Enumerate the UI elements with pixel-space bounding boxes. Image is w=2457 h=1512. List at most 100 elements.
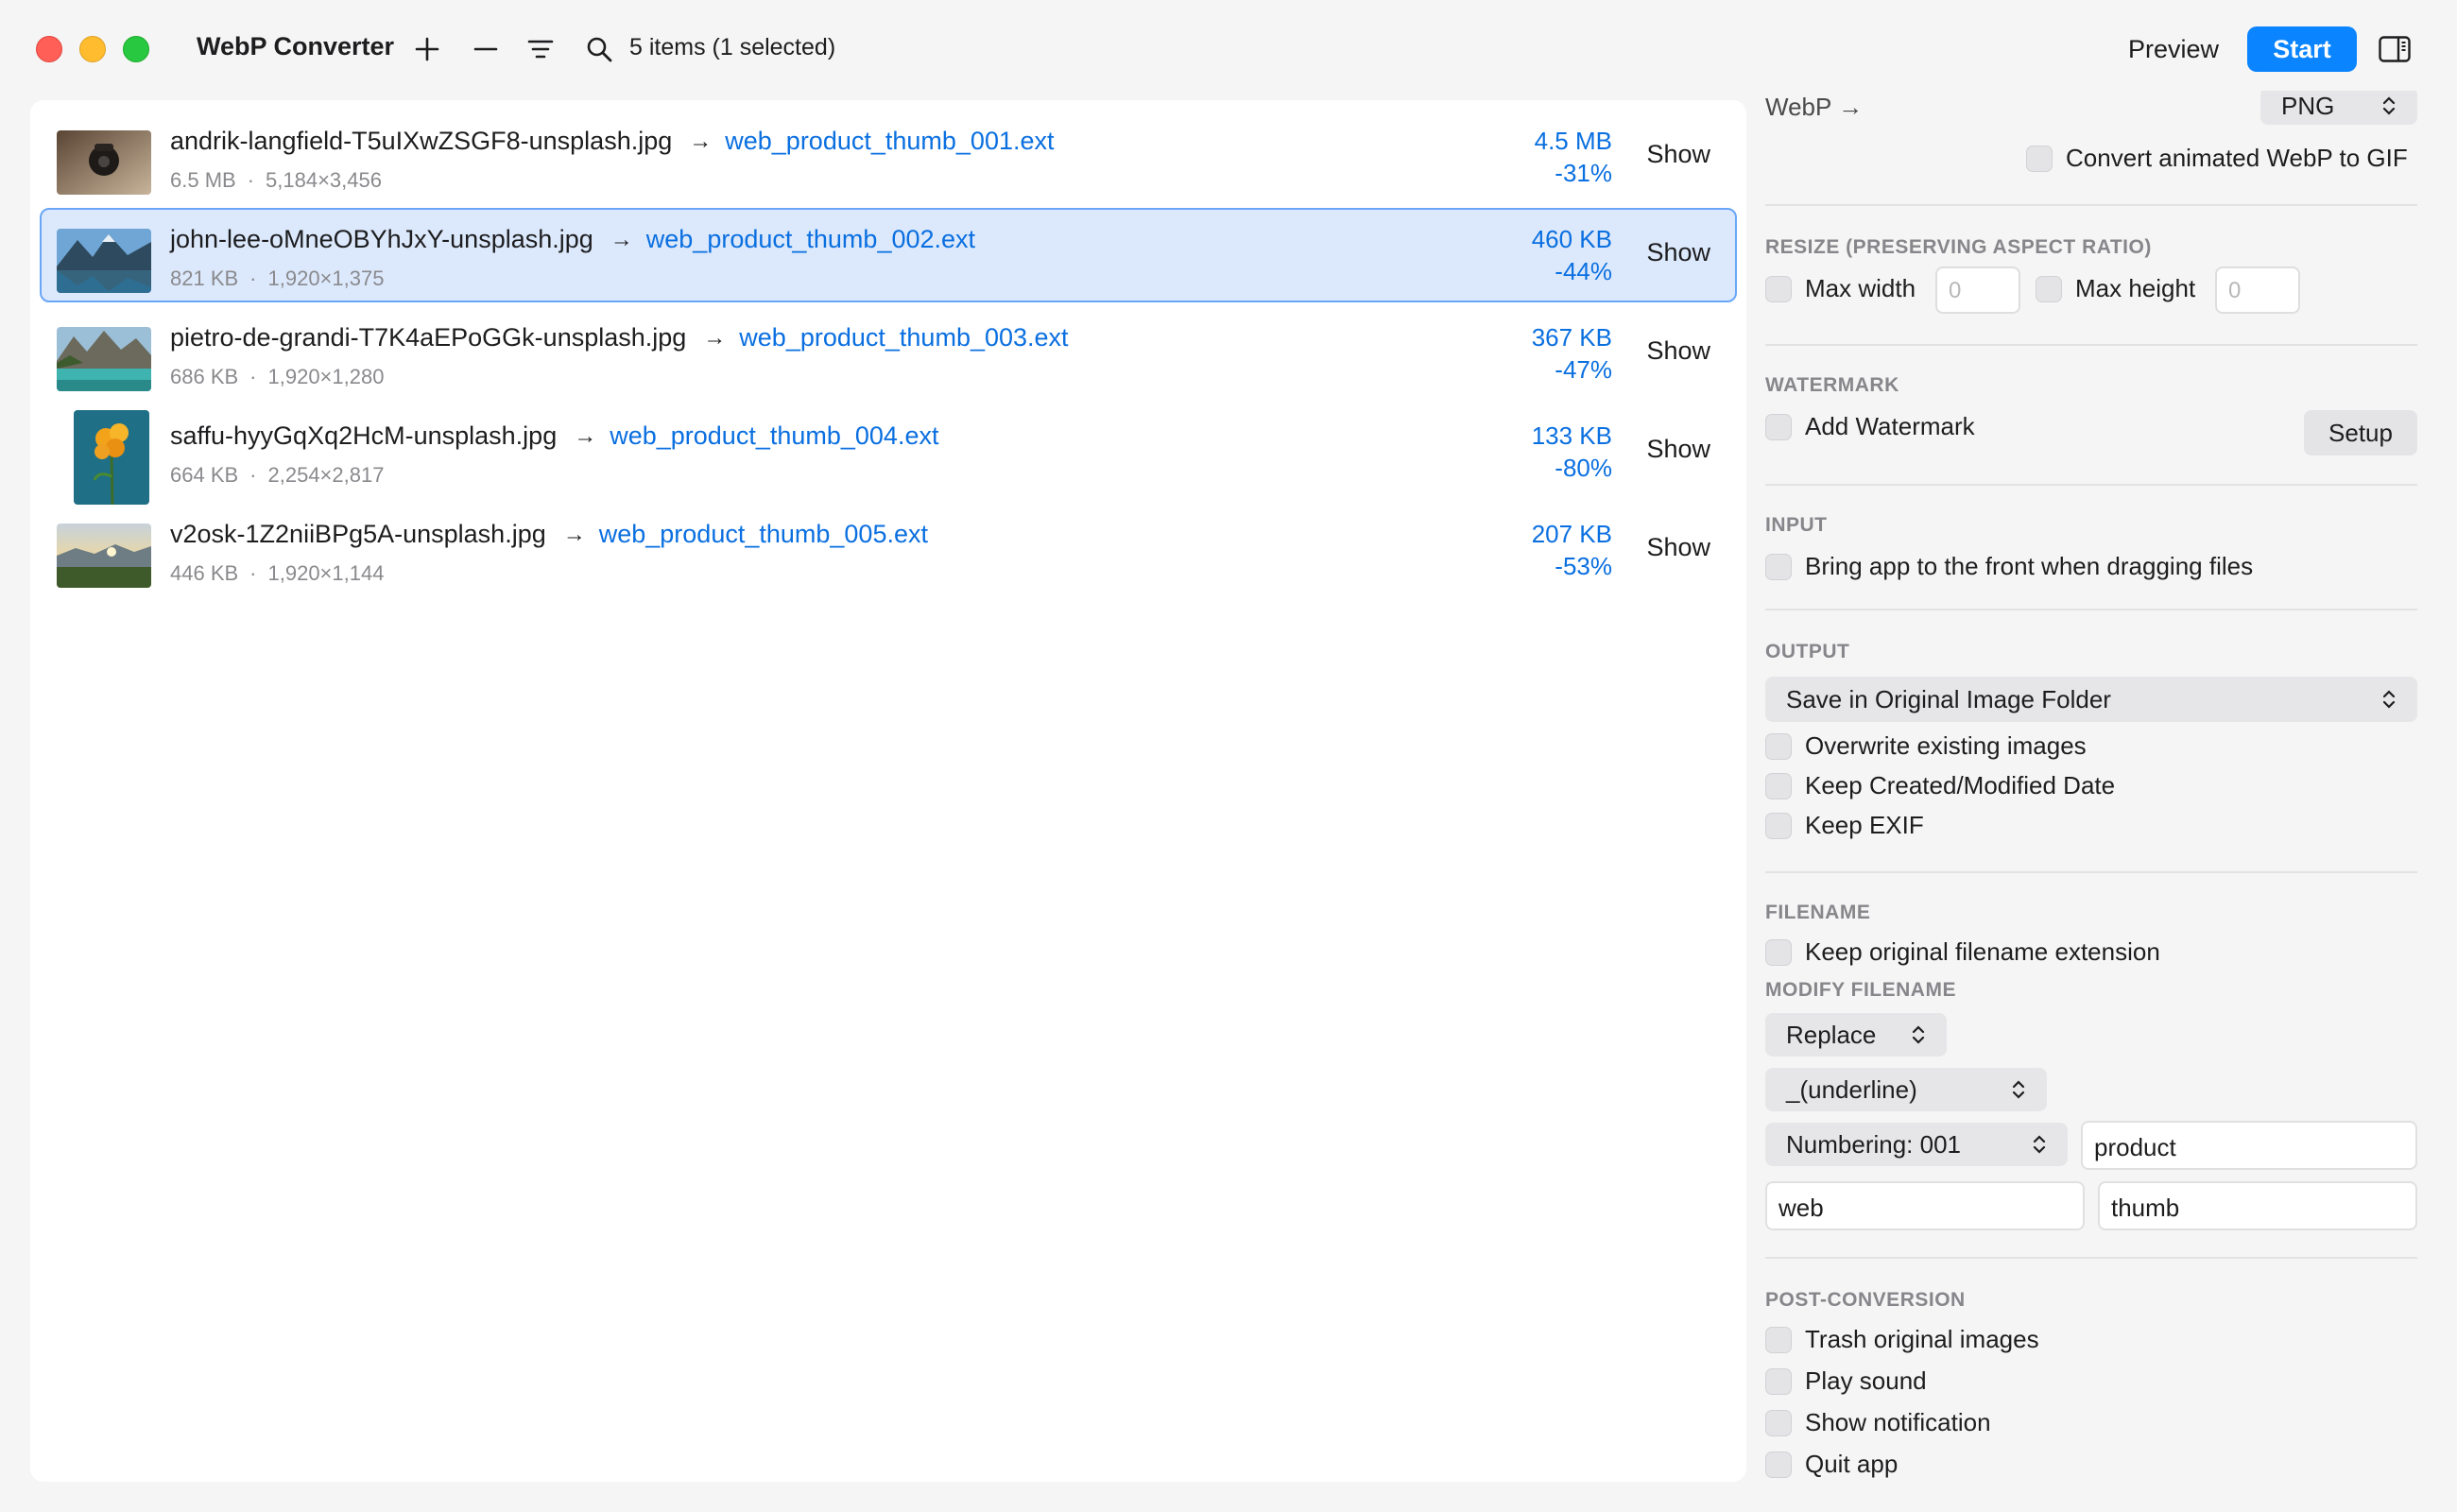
file-list: andrik-langfield-T5uIXwZSGF8-unsplash.jp… [30, 100, 1746, 1482]
max-width-input[interactable]: 0 [1935, 266, 2020, 314]
app-title: WebP Converter [197, 32, 395, 60]
arrow-right-icon: → [574, 422, 597, 449]
arrow-right-icon: → [610, 226, 633, 252]
max-height-input[interactable]: 0 [2215, 266, 2300, 314]
filename-section-title: FILENAME [1765, 902, 1871, 923]
format-from-label: WebP → [1765, 93, 1864, 121]
separator-value: _(underline) [1786, 1074, 1917, 1104]
new-file-size: 460 KB [1531, 225, 1612, 253]
max-height-label: Max height [2075, 274, 2196, 302]
new-file-size: 207 KB [1531, 520, 1612, 548]
file-size: 6.5 MB [170, 168, 236, 192]
thumbnail-image [57, 229, 151, 293]
result-size: 367 KB -47% [1532, 321, 1612, 386]
file-meta: 664 KB · 2,254×2,817 [170, 463, 385, 487]
arrow-right-icon: → [703, 324, 727, 351]
divider [1765, 344, 2417, 346]
convert-animated-checkbox[interactable] [2026, 146, 2053, 172]
filename-mode-select[interactable]: Replace [1765, 1013, 1947, 1057]
keep-extension-label: Keep original filename extension [1805, 937, 2160, 966]
preview-button[interactable]: Preview [2115, 26, 2232, 72]
trash-originals-label: Trash original images [1805, 1325, 2039, 1353]
source-filename: john-lee-oMneOBYhJxY-unsplash.jpg [170, 225, 593, 253]
quit-app-label: Quit app [1805, 1450, 1899, 1478]
input-section-title: INPUT [1765, 514, 1828, 536]
watermark-section-title: WATERMARK [1765, 374, 1899, 396]
sidebar-toggle-icon[interactable] [2376, 30, 2414, 68]
arrow-right-icon: → [689, 128, 713, 154]
search-icon[interactable] [578, 28, 620, 70]
file-name-line: john-lee-oMneOBYhJxY-unsplash.jpg → web_… [170, 225, 975, 254]
output-filename[interactable]: web_product_thumb_002.ext [646, 225, 975, 254]
file-dimensions: 5,184×3,456 [266, 168, 382, 192]
separator-select[interactable]: _(underline) [1765, 1068, 2047, 1111]
divider [1765, 871, 2417, 873]
output-filename[interactable]: web_product_thumb_003.ext [739, 323, 1068, 352]
output-location-select[interactable]: Save in Original Image Folder [1765, 677, 2417, 722]
max-width-checkbox[interactable] [1765, 276, 1792, 302]
keep-extension-checkbox[interactable] [1765, 939, 1792, 966]
show-button[interactable]: Show [1646, 533, 1710, 562]
file-row[interactable]: v2osk-1Z2niiBPg5A-unsplash.jpg → web_pro… [40, 503, 1737, 597]
show-button[interactable]: Show [1646, 336, 1710, 366]
target-format-value: PNG [2281, 91, 2335, 120]
trash-originals-checkbox[interactable] [1765, 1327, 1792, 1353]
play-sound-checkbox[interactable] [1765, 1368, 1792, 1395]
max-height-checkbox[interactable] [2036, 276, 2062, 302]
file-name-line: saffu-hyyGqXq2HcM-unsplash.jpg → web_pro… [170, 421, 938, 451]
output-filename[interactable]: web_product_thumb_001.ext [725, 127, 1054, 156]
quit-app-checkbox[interactable] [1765, 1452, 1792, 1478]
zoom-window-button[interactable] [123, 36, 149, 62]
source-filename: pietro-de-grandi-T7K4aEPoGGk-unsplash.jp… [170, 323, 687, 352]
chevron-updown-icon [1911, 1024, 1926, 1045]
file-meta: 6.5 MB · 5,184×3,456 [170, 168, 382, 192]
file-size: 686 KB [170, 365, 239, 388]
size-reduction: -47% [1555, 355, 1612, 384]
watermark-setup-button[interactable]: Setup [2304, 410, 2417, 455]
source-filename: saffu-hyyGqXq2HcM-unsplash.jpg [170, 421, 558, 450]
filename-mode-value: Replace [1786, 1020, 1877, 1049]
play-sound-label: Play sound [1805, 1366, 1927, 1395]
file-row[interactable]: saffu-hyyGqXq2HcM-unsplash.jpg → web_pro… [40, 404, 1737, 505]
minimize-window-button[interactable] [79, 36, 106, 62]
file-row[interactable]: john-lee-oMneOBYhJxY-unsplash.jpg → web_… [40, 208, 1737, 302]
bring-front-checkbox[interactable] [1765, 554, 1792, 580]
output-filename[interactable]: web_product_thumb_005.ext [599, 520, 928, 549]
chevron-updown-icon [2381, 689, 2397, 710]
add-watermark-checkbox[interactable] [1765, 414, 1792, 440]
file-dimensions: 1,920×1,144 [267, 561, 385, 585]
new-file-size: 133 KB [1531, 421, 1612, 450]
output-section-title: OUTPUT [1765, 641, 1850, 662]
modify-filename-title: MODIFY FILENAME [1765, 979, 1956, 1001]
filename-part-thumb[interactable]: thumb [2098, 1181, 2417, 1230]
divider [1765, 1257, 2417, 1259]
file-row[interactable]: andrik-langfield-T5uIXwZSGF8-unsplash.jp… [40, 110, 1737, 204]
show-notification-checkbox[interactable] [1765, 1410, 1792, 1436]
filename-part-web[interactable]: web [1765, 1181, 2085, 1230]
keep-exif-checkbox[interactable] [1765, 813, 1792, 839]
output-filename[interactable]: web_product_thumb_004.ext [610, 421, 938, 451]
output-location-value: Save in Original Image Folder [1786, 684, 2111, 713]
show-button[interactable]: Show [1646, 140, 1710, 169]
file-name-line: v2osk-1Z2niiBPg5A-unsplash.jpg → web_pro… [170, 520, 928, 549]
overwrite-checkbox[interactable] [1765, 733, 1792, 760]
divider [1765, 204, 2417, 206]
remove-icon[interactable] [465, 28, 507, 70]
keep-date-checkbox[interactable] [1765, 773, 1792, 799]
file-row[interactable]: pietro-de-grandi-T7K4aEPoGGk-unsplash.jp… [40, 306, 1737, 401]
show-button[interactable]: Show [1646, 238, 1710, 267]
file-name-line: andrik-langfield-T5uIXwZSGF8-unsplash.jp… [170, 127, 1055, 156]
target-format-select[interactable]: PNG [2260, 91, 2417, 125]
show-button[interactable]: Show [1646, 435, 1710, 464]
filename-part-product[interactable]: product [2081, 1121, 2417, 1170]
file-dimensions: 2,254×2,817 [267, 463, 385, 487]
start-button[interactable]: Start [2247, 26, 2357, 72]
close-window-button[interactable] [36, 36, 62, 62]
result-size: 207 KB -53% [1532, 518, 1612, 582]
add-watermark-label: Add Watermark [1805, 412, 1975, 440]
convert-animated-label: Convert animated WebP to GIF [2066, 144, 2408, 172]
numbering-select[interactable]: Numbering: 001 [1765, 1123, 2068, 1166]
size-reduction: -44% [1555, 257, 1612, 285]
sort-icon[interactable] [520, 28, 561, 70]
add-icon[interactable] [406, 28, 448, 70]
